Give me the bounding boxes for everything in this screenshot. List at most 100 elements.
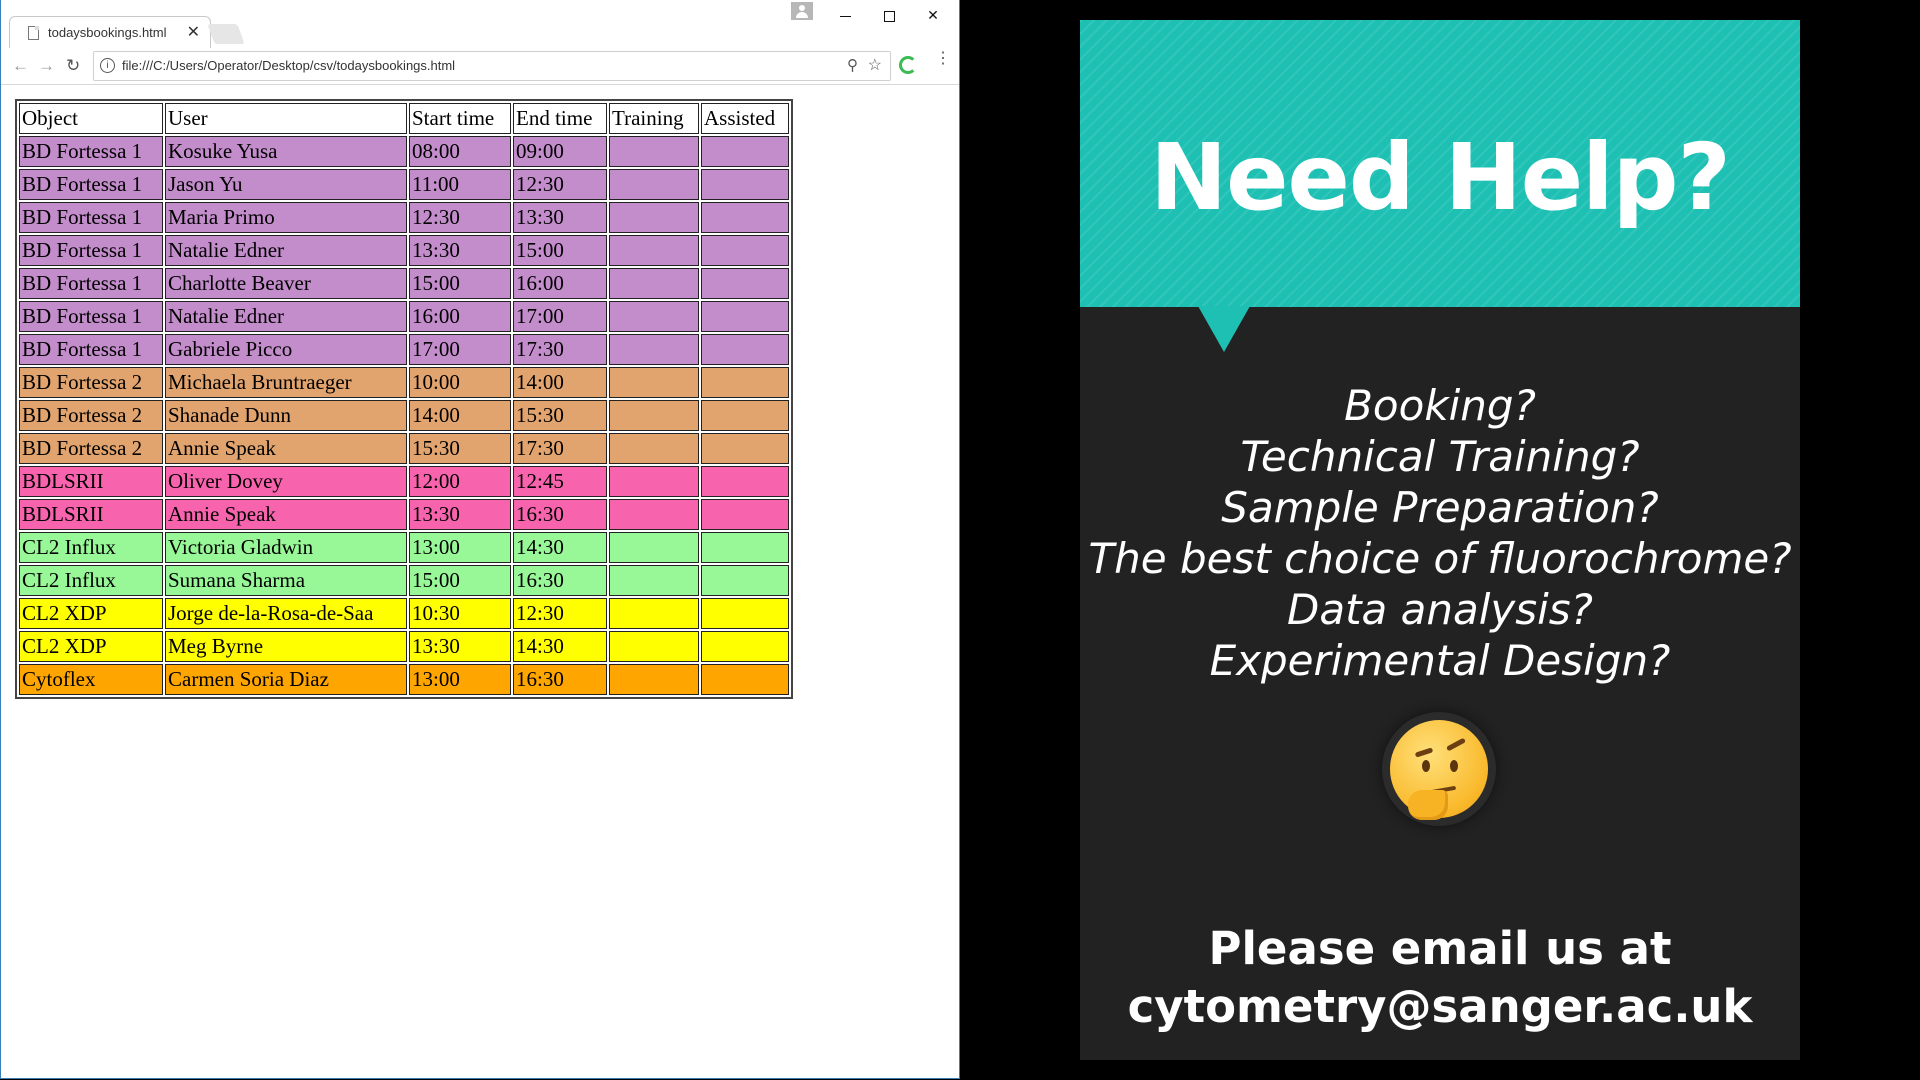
forward-arrow-icon[interactable]: → [38,56,55,76]
address-bar[interactable]: i file:///C:/Users/Operator/Desktop/csv/… [93,51,891,81]
cell-start-time: 12:30 [409,202,511,233]
cell-user: Jason Yu [165,169,407,200]
thinking-face-icon [1382,712,1496,826]
extension-refresh-icon[interactable] [899,56,917,74]
page-content: Object User Start time End time Training… [1,85,959,1078]
cell-start-time: 15:00 [409,565,511,596]
tab-close-icon[interactable]: ✕ [187,22,200,42]
table-row: BD Fortessa 1 Charlotte Beaver 15:00 16:00 [19,268,789,299]
cell-training [609,334,699,365]
header-start-time: Start time [409,103,511,134]
cell-end-time: 16:30 [513,664,607,695]
cell-start-time: 13:00 [409,664,511,695]
cell-object: BD Fortessa 1 [19,136,163,167]
question-item: Sample Preparation? [1221,483,1659,532]
back-arrow-icon[interactable]: ← [12,56,29,76]
cell-object: Cytoflex [19,664,163,695]
browser-menu-icon[interactable]: ⋮ [935,51,951,67]
table-row: BD Fortessa 1 Natalie Edner 13:30 15:00 [19,235,789,266]
reload-icon[interactable]: ↻ [66,56,80,76]
cell-start-time: 13:30 [409,235,511,266]
cell-end-time: 16:00 [513,268,607,299]
cell-start-time: 11:00 [409,169,511,200]
cell-user: Kosuke Yusa [165,136,407,167]
cell-assisted [701,202,789,233]
cell-object: CL2 Influx [19,532,163,563]
cell-user: Natalie Edner [165,235,407,266]
cell-start-time: 10:30 [409,598,511,629]
table-row: BDLSRII Annie Speak 13:30 16:30 [19,499,789,530]
cell-assisted [701,565,789,596]
cell-assisted [701,631,789,662]
cell-start-time: 16:00 [409,301,511,332]
cell-end-time: 15:30 [513,400,607,431]
table-row: CL2 Influx Victoria Gladwin 13:00 14:30 [19,532,789,563]
browser-toolbar: ← → ↻ i file:///C:/Users/Operator/Deskto… [1,48,959,85]
cell-assisted [701,334,789,365]
cell-assisted [701,433,789,464]
cell-assisted [701,301,789,332]
cell-training [609,301,699,332]
cell-user: Annie Speak [165,499,407,530]
cell-object: BD Fortessa 1 [19,334,163,365]
cell-user: Natalie Edner [165,301,407,332]
cell-object: CL2 Influx [19,565,163,596]
header-object: Object [19,103,163,134]
table-row: BD Fortessa 1 Jason Yu 11:00 12:30 [19,169,789,200]
zoom-icon[interactable]: ⚲ [847,56,858,74]
cell-training [609,466,699,497]
cell-user: Annie Speak [165,433,407,464]
emoji-face [1390,720,1488,820]
cell-object: BD Fortessa 1 [19,169,163,200]
table-row: CL2 XDP Meg Byrne 13:30 14:30 [19,631,789,662]
cell-object: BDLSRII [19,466,163,497]
cell-end-time: 17:30 [513,433,607,464]
cell-object: BD Fortessa 2 [19,433,163,464]
table-row: CL2 XDP Jorge de-la-Rosa-de-Saa 10:30 12:30 [19,598,789,629]
emoji-brow [1445,737,1467,752]
question-item: Experimental Design? [1209,636,1671,685]
bookmark-star-icon[interactable]: ☆ [868,55,882,75]
table-row: BD Fortessa 1 Maria Primo 12:30 13:30 [19,202,789,233]
cell-object: CL2 XDP [19,598,163,629]
table-row: BD Fortessa 1 Natalie Edner 16:00 17:00 [19,301,789,332]
profile-icon[interactable] [791,2,813,20]
browser-window: todaysbookings.html ✕ ✕ ← → ↻ i file:///… [0,0,960,1079]
header-training: Training [609,103,699,134]
emoji-eye [1422,760,1430,772]
cell-start-time: 13:00 [409,532,511,563]
cell-user: Sumana Sharma [165,565,407,596]
cell-user: Jorge de-la-Rosa-de-Saa [165,598,407,629]
emoji-brow [1414,747,1434,758]
maximize-button[interactable] [867,0,911,30]
cell-assisted [701,466,789,497]
poster-headline: Need Help? [1150,124,1731,231]
cell-training [609,367,699,398]
new-tab-button[interactable] [207,24,245,44]
cell-object: BD Fortessa 2 [19,400,163,431]
cell-start-time: 13:30 [409,631,511,662]
question-item: Booking? [1344,381,1536,430]
cell-object: BD Fortessa 1 [19,268,163,299]
cell-start-time: 10:00 [409,367,511,398]
cell-training [609,631,699,662]
cell-assisted [701,268,789,299]
cell-training [609,565,699,596]
info-icon[interactable]: i [100,58,115,73]
contact-info: Please email us at cytometry@sanger.ac.u… [1080,920,1800,1036]
url-text[interactable]: file:///C:/Users/Operator/Desktop/csv/to… [122,58,455,73]
table-row: BD Fortessa 1 Gabriele Picco 17:00 17:30 [19,334,789,365]
cell-end-time: 16:30 [513,499,607,530]
cell-assisted [701,499,789,530]
cell-user: Maria Primo [165,202,407,233]
cell-training [609,169,699,200]
cell-end-time: 14:30 [513,631,607,662]
cell-training [609,268,699,299]
table-row: BD Fortessa 2 Michaela Bruntraeger 10:00 14… [19,367,789,398]
cell-start-time: 17:00 [409,334,511,365]
cell-end-time: 16:30 [513,565,607,596]
minimize-button[interactable] [823,0,867,30]
close-window-button[interactable]: ✕ [911,0,955,30]
browser-tab[interactable]: todaysbookings.html ✕ [9,16,211,49]
cell-start-time: 15:30 [409,433,511,464]
